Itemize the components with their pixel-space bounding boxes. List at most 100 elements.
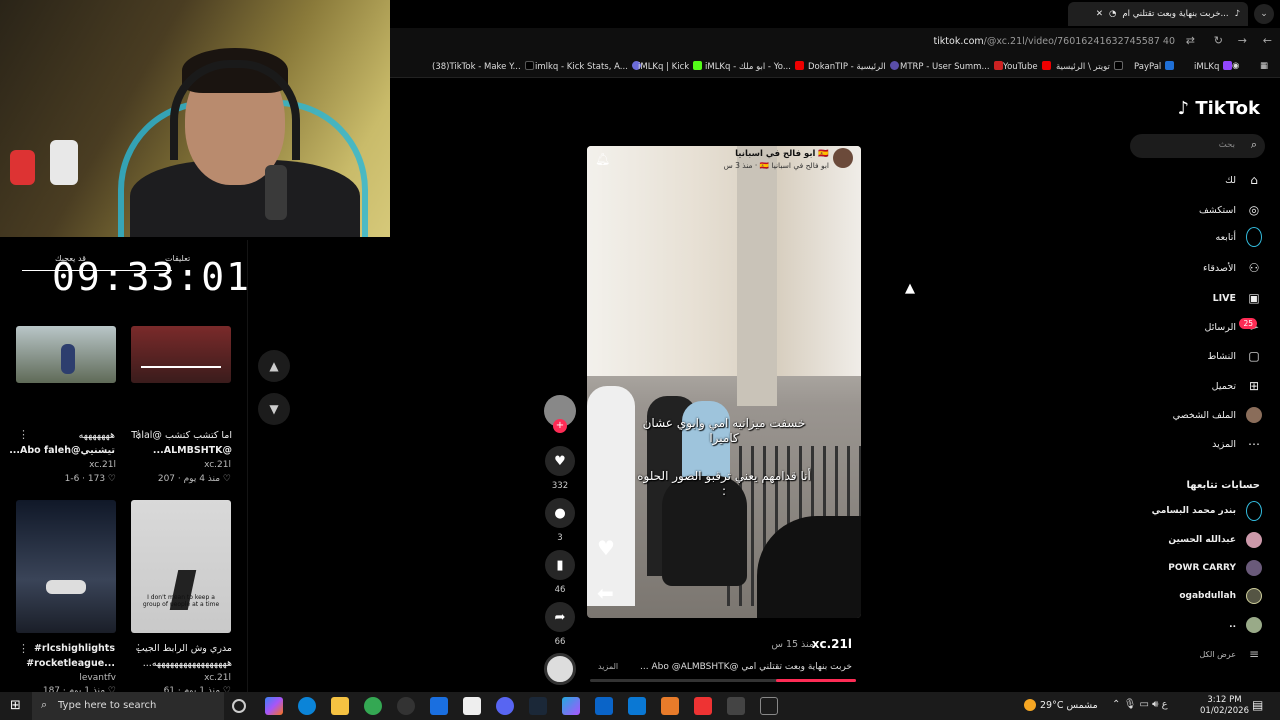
following-account[interactable]: .. [1229, 617, 1262, 633]
see-all-link[interactable]: عرض الكل ≡ [1199, 646, 1262, 662]
toy-figure [10, 150, 35, 185]
nav-for-you[interactable]: لك ⌂ [1225, 172, 1262, 188]
video-author[interactable]: xc.21l [812, 637, 852, 651]
app-icon[interactable] [661, 697, 679, 715]
url-path: /@xc.21l/video/76016241632745587 40 [983, 36, 1175, 47]
video-title[interactable]: مدري وش الرابط الجيب [122, 643, 232, 654]
notifications-icon[interactable]: ▤ [1252, 698, 1263, 712]
video-thumbnail[interactable] [16, 326, 116, 383]
share-button[interactable]: ➦ [545, 602, 575, 632]
bookmark-item[interactable]: iMLKq - ابو ملك - Yo... [705, 61, 804, 72]
task-view-icon[interactable] [232, 699, 246, 713]
following-account[interactable]: بندر محمد البسامي [1152, 501, 1262, 521]
video-title[interactable]: هههههههه [5, 430, 115, 441]
weather-widget[interactable]: 29°C مشمس [1024, 699, 1098, 711]
reload-icon[interactable]: ↻ [1214, 34, 1223, 47]
bookmark-item[interactable]: iMLKq | Kick [638, 61, 703, 72]
system-tray[interactable]: ⌃ 🎙︎ ▭ 🔊︎ ع [1112, 699, 1168, 710]
app-icon[interactable] [760, 697, 778, 715]
video-stats: 1-6 · 173 ♡ [64, 474, 116, 484]
bell-icon: 🔔︎ [595, 152, 611, 166]
nav-upload[interactable]: تحميل ⊞ [1212, 378, 1262, 394]
tiktok-icon [524, 61, 534, 70]
windows-start-icon[interactable]: ⊞ [10, 698, 21, 713]
more-link[interactable]: المزيد [598, 662, 618, 671]
video-title[interactable]: #rlcshighlights [5, 643, 115, 654]
taskbar-search[interactable]: ⌕ Type here to search [32, 692, 224, 720]
save-count: 46 [554, 585, 566, 595]
following-account[interactable]: عبدالله الحسين [1168, 532, 1262, 548]
tiktok-logo[interactable]: ♪ TikTok [1178, 98, 1260, 119]
app-icon[interactable] [694, 697, 712, 715]
follow-button[interactable]: + [553, 419, 567, 433]
nav-friends[interactable]: الأصدقاء ⚇ [1203, 260, 1262, 276]
video-player[interactable]: ابو فالح في اسبانيا 🇪🇸 منذ 3 س · 🇪🇸 ابو … [587, 146, 861, 618]
back-icon[interactable]: ← [1263, 34, 1272, 47]
following-account[interactable]: ogabdullah [1179, 588, 1262, 604]
nav-activity[interactable]: النشاط ▢ [1207, 348, 1262, 364]
copilot-icon[interactable] [265, 697, 283, 715]
following-account[interactable]: POWR CARRY [1168, 560, 1262, 576]
video-channel[interactable]: levantfv [16, 673, 116, 683]
bookmark-item[interactable]: تويتر \ الرئيسية [1056, 61, 1123, 72]
video-thumbnail[interactable] [131, 326, 231, 383]
nav-explore[interactable]: استكشف ◎ [1199, 202, 1262, 218]
nav-profile[interactable]: الملف الشخصي [1173, 407, 1262, 423]
video-thumbnail[interactable] [16, 500, 116, 633]
bookmark-item[interactable]: iMLKq [1194, 61, 1233, 72]
tab-search-icon[interactable]: ⌄ [1254, 4, 1274, 24]
music-disc[interactable] [544, 653, 576, 685]
app-icon[interactable] [595, 697, 613, 715]
edge-icon[interactable] [298, 697, 316, 715]
bookmark-item[interactable]: (38)TikTok - Make Y... [432, 61, 534, 72]
nav-live[interactable]: LIVE ▣ [1213, 290, 1262, 306]
bookmark-item[interactable]: PayPal [1134, 61, 1175, 72]
bookmark-item[interactable]: DokanTIP - الرئيسية [808, 61, 899, 72]
chevron-up-icon[interactable]: ▲ [258, 350, 290, 382]
clock[interactable]: 3:12 PM 01/02/2026 [1200, 695, 1249, 717]
chevron-down-icon[interactable]: ▼ [258, 393, 290, 425]
video-channel[interactable]: xc.21l [131, 673, 231, 683]
apps-grid-icon[interactable]: ▦ [1260, 61, 1268, 71]
steam-icon[interactable] [529, 697, 547, 715]
search-icon[interactable]: ⌕ [1251, 138, 1257, 152]
chrome-icon[interactable] [364, 697, 382, 715]
obs-icon[interactable] [397, 697, 415, 715]
video-author-line: #rocketleague... [26, 658, 115, 669]
microsoft-365-icon[interactable] [562, 697, 580, 715]
account-avatar [1246, 617, 1262, 633]
video-channel[interactable]: xc.21l [131, 460, 231, 470]
stream-timer: 09:33:01 [52, 255, 252, 299]
file-explorer-icon[interactable] [331, 697, 349, 715]
video-progress-bar[interactable] [590, 679, 856, 682]
tab-active[interactable]: ✕ ◔ خربت بنهاية وبعت تقتلني ام... ♪ [1068, 2, 1248, 26]
nav-more[interactable]: المزيد ⋯ [1212, 436, 1262, 452]
live-icon: ▣ [1248, 291, 1260, 305]
site-settings-icon[interactable]: ⇄ [1186, 34, 1195, 47]
video-thumbnail[interactable]: I don't mean to keep a group of people a… [131, 500, 231, 633]
address-bar[interactable]: tiktok.com/@xc.21l/video/760162416327455… [390, 28, 1280, 56]
video-title[interactable]: اما كتشب كتشب @Talal [122, 430, 232, 441]
save-button[interactable]: ▮ [545, 550, 575, 580]
kick-icon [693, 61, 703, 70]
app-icon[interactable] [463, 697, 481, 715]
bookmark-item[interactable]: imlkq - Kick Stats, A... [535, 61, 641, 72]
like-button[interactable]: ♥ [545, 446, 575, 476]
audio-icon[interactable]: ◔ [1109, 9, 1116, 19]
forward-icon[interactable]: → [1238, 34, 1247, 47]
video-author-line: @ALMBSHTK... [152, 445, 232, 456]
bookmark-item[interactable]: YouTube [1003, 61, 1051, 72]
bookmark-item[interactable]: MTRP - User Summ... [900, 61, 1003, 72]
discord-icon[interactable] [496, 697, 514, 715]
mail-icon[interactable] [430, 697, 448, 715]
bookmarks-bar: (38)TikTok - Make Y... imlkq - Kick Stat… [390, 56, 1280, 78]
nav-following[interactable]: أتابعه [1216, 227, 1262, 247]
comment-button[interactable]: ● [545, 498, 575, 528]
close-icon[interactable]: ✕ [1096, 9, 1103, 19]
app-icon[interactable] [628, 697, 646, 715]
search-input[interactable]: بحث ⌕ [1130, 134, 1265, 158]
url-text[interactable]: tiktok.com/@xc.21l/video/760162416327455… [933, 36, 1175, 47]
globe-icon[interactable]: ◉ [1232, 61, 1239, 71]
app-icon[interactable] [727, 697, 745, 715]
video-channel[interactable]: xc.21l [16, 460, 116, 470]
